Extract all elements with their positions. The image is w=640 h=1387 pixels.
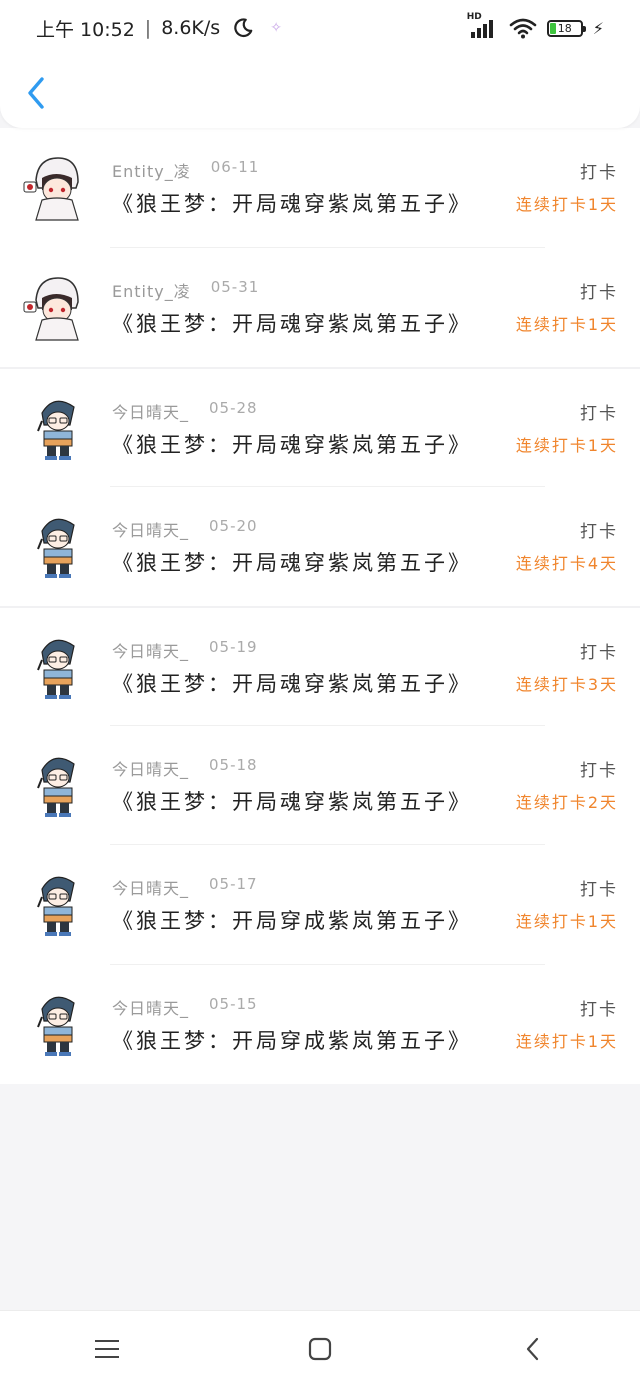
checkin-date: 06-11 [210,158,260,176]
list-item[interactable]: 今日晴天_ 05-18 《狼王梦：开局魂穿紫岚第五子》 打卡 连续打卡2天 [0,725,640,845]
checkin-type: 打卡 [580,163,618,183]
user-name[interactable]: Entity_凌 [112,158,191,182]
avatar[interactable] [20,867,92,939]
book-title[interactable]: 《狼王梦：开局魂穿紫岚第五子》 [112,668,472,698]
list-item[interactable]: Entity_凌 05-31 《狼王梦：开局魂穿紫岚第五子》 打卡 连续打卡1天 [0,247,640,367]
streak-label: 连续打卡1天 [515,436,618,455]
book-title[interactable]: 《狼王梦：开局魂穿紫岚第五子》 [112,188,472,218]
book-title[interactable]: 《狼王梦：开局魂穿紫岚第五子》 [112,308,472,338]
streak-label: 连续打卡1天 [515,912,618,931]
nav-home-button[interactable] [290,1319,350,1379]
system-nav-bar [0,1310,640,1387]
cell-signal-icon: HD [467,12,499,40]
sparkle-icon: ✧ [270,20,282,36]
battery-icon: 18 [546,19,586,37]
status-net-speed: 8.6K/s [161,17,221,39]
checkin-type: 打卡 [580,999,618,1020]
app-header: 上午 10:52 | 8.6K/s ✧ HD 18 ⚡ [0,0,640,128]
book-title[interactable]: 《狼王梦：开局穿成紫岚第五子》 [112,905,472,935]
list-item[interactable]: 今日晴天_ 05-28 《狼王梦：开局魂穿紫岚第五子》 打卡 连续打卡1天 [0,367,640,487]
checkin-type: 打卡 [580,282,618,303]
status-separator: | [144,17,152,39]
user-name[interactable]: 今日晴天_ [112,638,189,662]
checkin-type: 打卡 [580,760,618,781]
status-time: 上午 10:52 [36,18,135,41]
back-button[interactable] [20,72,52,114]
chevron-left-icon [28,77,44,109]
wifi-icon [509,18,537,39]
home-square-icon [308,1337,332,1361]
avatar[interactable] [20,150,92,222]
checkin-type: 打卡 [580,404,618,424]
checkin-date: 05-18 [209,755,258,774]
user-name[interactable]: Entity_凌 [112,278,191,302]
list-item[interactable]: 今日晴天_ 05-17 《狼王梦：开局穿成紫岚第五子》 打卡 连续打卡1天 [0,845,640,965]
checkin-date: 05-17 [209,875,258,893]
hd-label: HD [466,12,482,22]
list-item[interactable]: Entity_凌 06-11 《狼王梦：开局魂穿紫岚第五子》 打卡 连续打卡1天 [0,128,640,248]
list-item[interactable]: 今日晴天_ 05-19 《狼王梦：开局魂穿紫岚第五子》 打卡 连续打卡3天 [0,606,640,726]
streak-label: 连续打卡1天 [515,195,618,214]
avatar[interactable] [20,509,92,581]
charging-icon: ⚡ [592,18,604,38]
avatar[interactable] [20,987,92,1059]
checkin-date: 05-28 [209,399,258,417]
user-name[interactable]: 今日晴天_ [112,399,189,423]
menu-icon [94,1340,119,1358]
book-title[interactable]: 《狼王梦：开局魂穿紫岚第五子》 [112,429,472,459]
battery-level: 18 [557,21,572,35]
status-bar: 上午 10:52 | 8.6K/s ✧ HD 18 ⚡ [0,0,640,56]
back-triangle-icon [527,1337,539,1361]
user-name[interactable]: 今日晴天_ [112,995,189,1019]
checkin-type: 打卡 [580,521,618,542]
book-title[interactable]: 《狼王梦：开局穿成紫岚第五子》 [112,1025,472,1055]
user-name[interactable]: 今日晴天_ [112,517,189,541]
checkin-date: 05-20 [209,516,258,535]
user-name[interactable]: 今日晴天_ [112,756,189,780]
nav-back-button[interactable] [503,1319,563,1379]
streak-label: 连续打卡1天 [515,314,618,334]
book-title[interactable]: 《狼王梦：开局魂穿紫岚第五子》 [112,547,472,577]
avatar[interactable] [20,270,92,342]
avatar[interactable] [20,391,92,463]
list-item[interactable]: 今日晴天_ 05-15 《狼王梦：开局穿成紫岚第五子》 打卡 连续打卡1天 [0,964,640,1084]
user-name[interactable]: 今日晴天_ [112,875,189,899]
checkin-date: 05-15 [209,994,258,1013]
avatar[interactable] [20,630,92,702]
streak-label: 连续打卡4天 [515,553,618,573]
checkin-date: 05-31 [210,277,260,296]
streak-label: 连续打卡2天 [515,792,618,812]
checkin-date: 05-19 [209,638,258,656]
nav-menu-button[interactable] [77,1319,137,1379]
checkin-type: 打卡 [580,643,618,663]
moon-icon [234,18,253,38]
streak-label: 连续打卡1天 [515,1031,618,1051]
list-item[interactable]: 今日晴天_ 05-20 《狼王梦：开局魂穿紫岚第五子》 打卡 连续打卡4天 [0,486,640,606]
checkin-list: Entity_凌 06-11 《狼王梦：开局魂穿紫岚第五子》 打卡 连续打卡1天… [0,128,640,1084]
checkin-type: 打卡 [580,880,618,900]
book-title[interactable]: 《狼王梦：开局魂穿紫岚第五子》 [112,786,472,816]
avatar[interactable] [20,748,92,820]
streak-label: 连续打卡3天 [515,675,618,694]
